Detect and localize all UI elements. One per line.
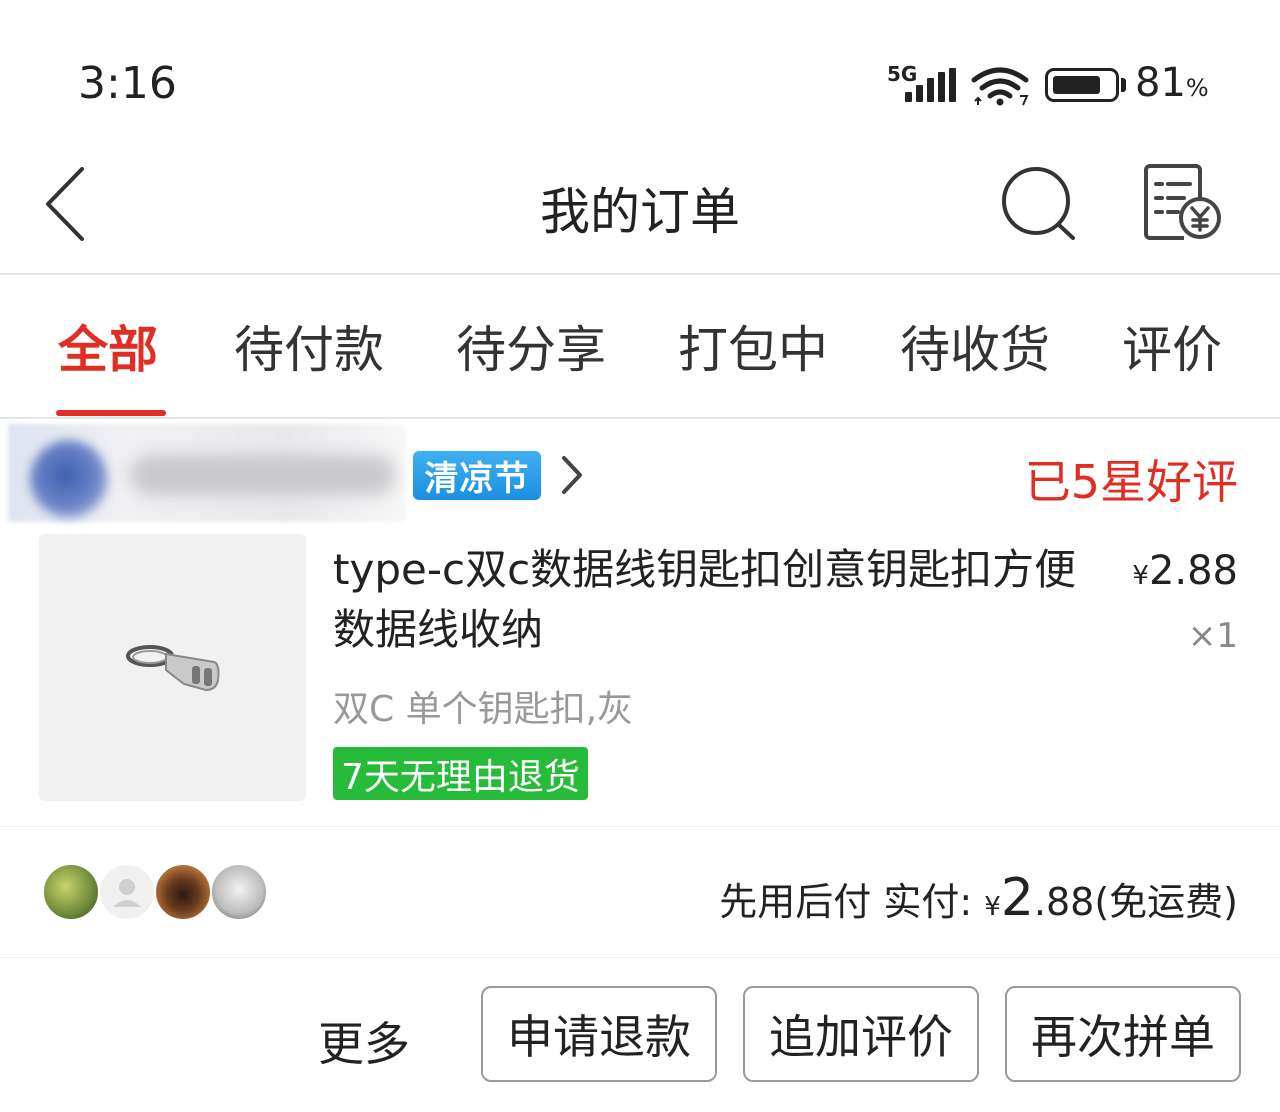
battery-icon <box>1045 68 1119 102</box>
battery-percent: 81% <box>1135 60 1209 106</box>
order-status: 已5星好评 <box>1024 455 1238 509</box>
avatar <box>154 863 212 921</box>
payment-summary: 先用后付 实付: ¥2.88(免运费) <box>719 868 1238 928</box>
summary-currency: ¥ <box>984 892 1001 922</box>
tab-pending-receipt[interactable]: 待收货 <box>900 310 1050 382</box>
group-avatars <box>42 863 282 923</box>
status-time: 3:16 <box>78 58 177 109</box>
store-name-blurred <box>130 455 395 495</box>
wifi-icon <box>971 67 1029 106</box>
battery-unit: % <box>1185 74 1209 102</box>
price-value: 2.88 <box>1148 548 1238 594</box>
add-review-button[interactable]: 追加评价 <box>743 986 979 1082</box>
header-divider <box>0 273 1280 275</box>
search-icon[interactable] <box>1000 165 1080 245</box>
more-button[interactable]: 更多 <box>318 1008 410 1074</box>
summary-amount-int: 2 <box>1000 868 1034 928</box>
product-title[interactable]: type-c双c数据线钥匙扣创意钥匙扣方便数据线收纳 <box>333 540 1093 660</box>
product-divider <box>0 826 1280 827</box>
product-spec: 双C 单个钥匙扣,灰 <box>333 689 634 730</box>
summary-suffix: (免运费) <box>1094 880 1238 924</box>
refund-button[interactable]: 申请退款 <box>481 986 717 1082</box>
active-tab-indicator <box>56 410 166 416</box>
tab-review[interactable]: 评价 <box>1122 310 1222 382</box>
tab-pending-payment[interactable]: 待付款 <box>234 310 384 382</box>
promo-badge: 清凉节 <box>413 451 541 500</box>
summary-divider <box>0 957 1280 958</box>
product-image <box>126 645 220 692</box>
signal-icon <box>905 68 959 102</box>
chevron-right-icon[interactable] <box>556 452 586 498</box>
tab-pending-share[interactable]: 待分享 <box>456 310 606 382</box>
store-avatar <box>30 440 108 518</box>
battery-tip <box>1121 78 1126 92</box>
avatar <box>210 863 268 921</box>
tab-all[interactable]: 全部 <box>58 310 158 382</box>
product-price: ¥2.88 <box>1132 548 1238 594</box>
reorder-button[interactable]: 再次拼单 <box>1005 986 1241 1082</box>
summary-prefix: 先用后付 实付: <box>719 880 985 924</box>
product-quantity: ×1 <box>1187 616 1238 656</box>
tabs-divider <box>0 417 1280 419</box>
avatar <box>98 863 156 921</box>
summary-amount-dec: .88 <box>1033 880 1095 924</box>
price-currency: ¥ <box>1132 561 1149 591</box>
return-policy-tag: 7天无理由退货 <box>333 747 588 800</box>
bill-yen-icon[interactable] <box>1140 164 1222 244</box>
tab-packing[interactable]: 打包中 <box>678 310 828 382</box>
battery-value: 81 <box>1135 60 1186 106</box>
avatar <box>42 863 100 921</box>
page-title: 我的订单 <box>540 183 740 241</box>
